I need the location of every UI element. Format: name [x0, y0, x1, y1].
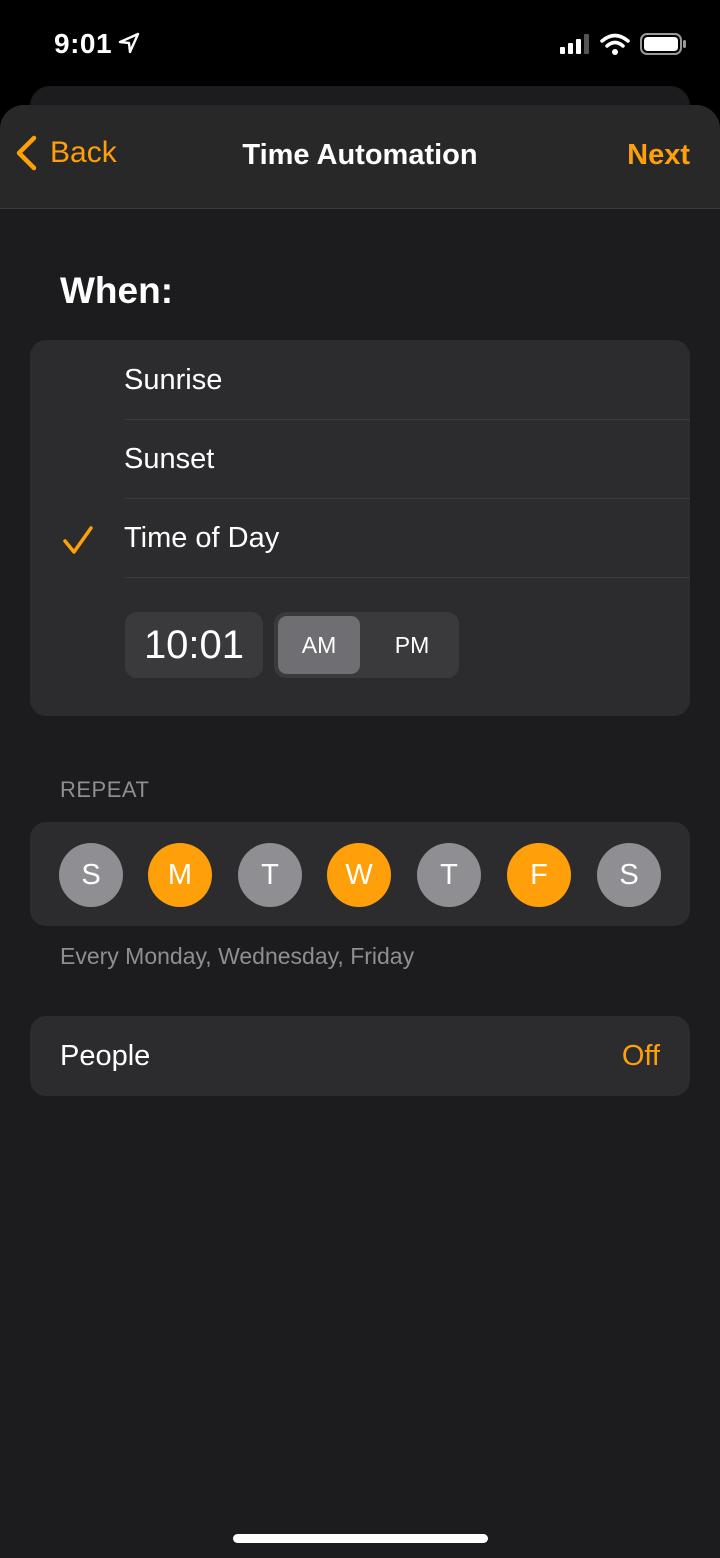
day-thursday[interactable]: T: [417, 843, 481, 907]
day-wednesday[interactable]: W: [327, 843, 391, 907]
nav-bar: Back Time Automation Next: [0, 105, 720, 209]
when-heading: When:: [60, 270, 174, 311]
page-title: Time Automation: [242, 139, 478, 171]
people-label: People: [60, 1040, 151, 1072]
battery-icon: [640, 33, 686, 55]
status-bar: 9:01: [0, 0, 720, 90]
people-row[interactable]: People Off: [30, 1016, 690, 1096]
time-picker[interactable]: 10:01: [125, 612, 263, 678]
wifi-icon: [600, 33, 630, 55]
option-sunrise[interactable]: Sunrise: [124, 340, 690, 420]
cellular-signal-icon: [560, 34, 589, 54]
day-monday[interactable]: M: [148, 843, 212, 907]
repeat-summary: Every Monday, Wednesday, Friday: [60, 943, 415, 969]
option-label: Time of Day: [124, 522, 280, 554]
status-time: 9:01: [54, 28, 113, 59]
status-icons: [560, 33, 686, 55]
option-label: Sunset: [124, 443, 215, 475]
am-segment[interactable]: AM: [278, 616, 360, 674]
when-options-group: Sunrise Sunset Time of Day 10:01 AM PM: [30, 340, 690, 716]
pm-segment[interactable]: PM: [371, 616, 453, 674]
repeat-heading: REPEAT: [60, 777, 150, 802]
day-tuesday[interactable]: T: [238, 843, 302, 907]
next-button[interactable]: Next: [627, 139, 690, 172]
people-value: Off: [621, 1040, 660, 1072]
am-pm-segmented-control: AM PM: [274, 612, 459, 678]
option-time-of-day[interactable]: Time of Day: [124, 498, 690, 578]
option-label: Sunrise: [124, 364, 223, 396]
location-arrow-icon: [118, 32, 140, 54]
automation-sheet: Back Time Automation Next When: Sunrise …: [0, 105, 720, 1558]
checkmark-icon: [63, 526, 93, 554]
day-saturday[interactable]: S: [597, 843, 661, 907]
home-indicator[interactable]: [233, 1534, 488, 1543]
day-sunday[interactable]: S: [59, 843, 123, 907]
option-sunset[interactable]: Sunset: [124, 419, 690, 499]
day-friday[interactable]: F: [507, 843, 571, 907]
repeat-days-group: S M T W T F S: [30, 822, 690, 926]
